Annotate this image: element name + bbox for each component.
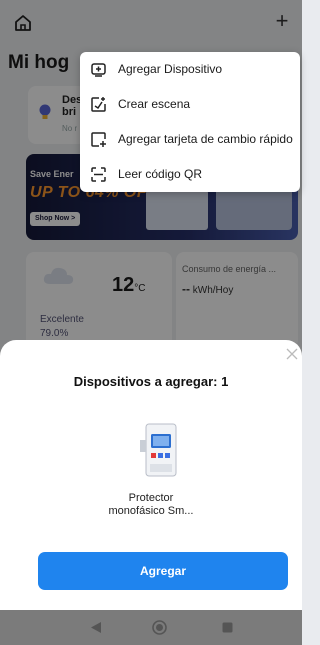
menu-item-label: Crear escena bbox=[118, 97, 191, 111]
device-name-label: Protector monofásico Sm... bbox=[108, 492, 194, 517]
close-icon[interactable] bbox=[284, 346, 300, 362]
menu-item-add-device[interactable]: Agregar Dispositivo bbox=[80, 52, 300, 87]
qr-scan-icon bbox=[91, 167, 106, 182]
menu-item-label: Leer código QR bbox=[118, 167, 203, 181]
menu-item-scan-qr[interactable]: Leer código QR bbox=[80, 157, 300, 192]
menu-item-create-scene[interactable]: Crear escena bbox=[80, 87, 300, 122]
recent-apps-icon[interactable] bbox=[222, 622, 233, 633]
add-menu: Agregar Dispositivo Crear escena Agregar… bbox=[80, 52, 300, 192]
add-device-icon bbox=[91, 63, 106, 77]
menu-item-add-card[interactable]: Agregar tarjeta de cambio rápido bbox=[80, 122, 300, 157]
add-card-icon bbox=[91, 132, 106, 147]
create-scene-icon bbox=[91, 97, 106, 112]
add-devices-sheet: Dispositivos a agregar: 1 Protector mono… bbox=[0, 340, 302, 610]
android-nav-bar bbox=[0, 610, 302, 645]
menu-item-label: Agregar tarjeta de cambio rápido bbox=[118, 132, 293, 146]
back-icon[interactable] bbox=[90, 621, 102, 634]
home-nav-icon[interactable] bbox=[152, 620, 167, 635]
menu-item-label: Agregar Dispositivo bbox=[118, 62, 223, 76]
add-button[interactable]: Agregar bbox=[38, 552, 288, 590]
device-image bbox=[140, 423, 177, 477]
sheet-title: Dispositivos a agregar: 1 bbox=[73, 374, 229, 389]
